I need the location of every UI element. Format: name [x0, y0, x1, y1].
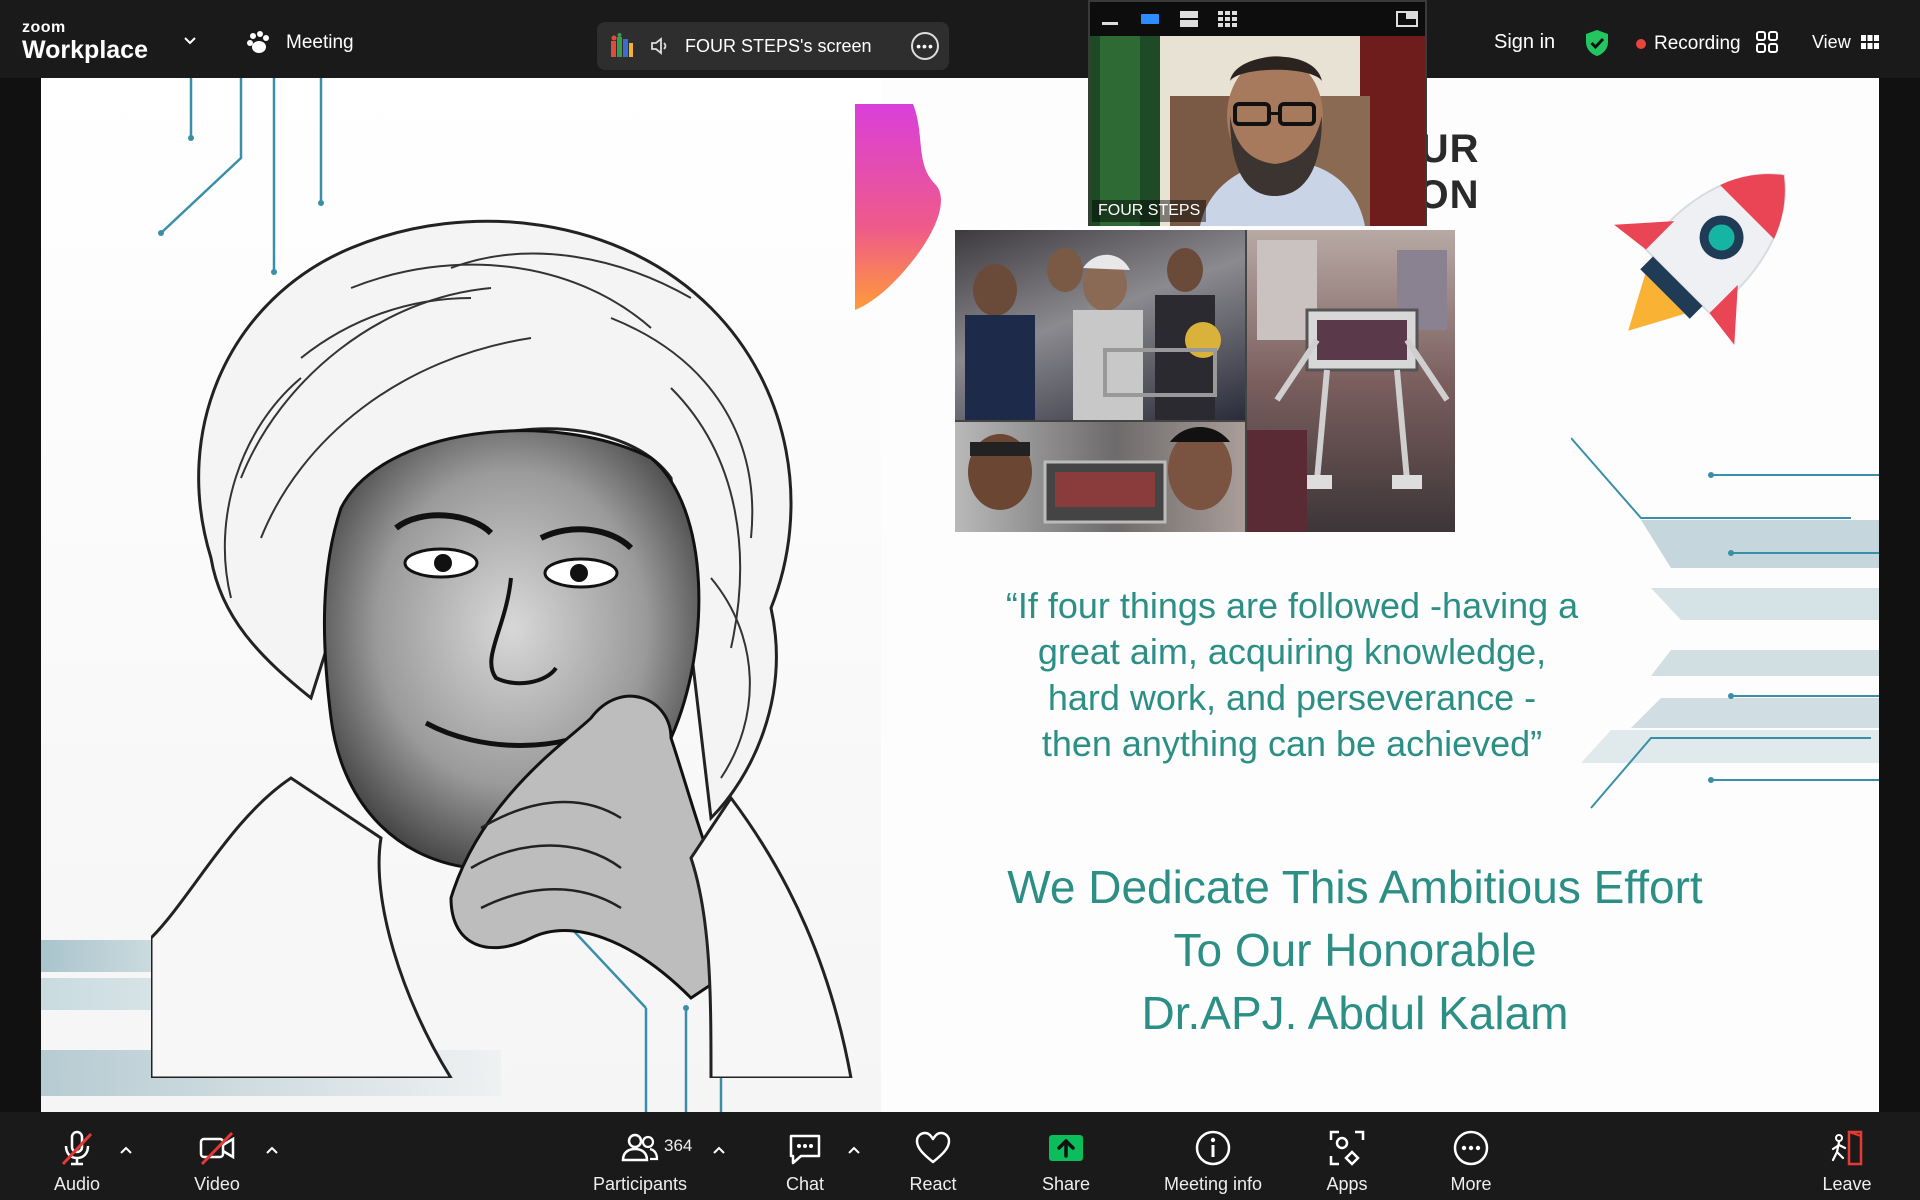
share-screen-button[interactable]: Share — [1040, 1112, 1092, 1200]
photo-collage — [955, 230, 1455, 532]
screen-share-indicator[interactable]: FOUR STEPS's screen ••• — [597, 22, 949, 70]
photo-kalam-with-students — [955, 230, 1245, 420]
recording-indicator[interactable]: Recording — [1636, 33, 1741, 55]
powerpoint-app-icon — [611, 33, 633, 57]
chat-options-caret-icon[interactable] — [847, 1144, 861, 1156]
recording-label: Recording — [1654, 33, 1741, 54]
share-label: FOUR STEPS's screen — [685, 35, 872, 56]
rocket-icon — [1614, 173, 1786, 345]
chat-icon — [785, 1128, 825, 1168]
circuit-stripes-decoration — [1571, 437, 1879, 809]
audio-button[interactable]: Audio — [44, 1112, 110, 1200]
grid-view-icon[interactable] — [1217, 10, 1239, 28]
video-label: Video — [194, 1174, 240, 1194]
video-off-icon — [197, 1128, 237, 1168]
more-button[interactable]: More — [1448, 1112, 1494, 1200]
heart-icon — [913, 1128, 953, 1168]
zoom-workplace-logo: zoom Workplace — [22, 20, 148, 63]
paw-icon — [247, 31, 269, 53]
participant-name-label: FOUR STEPS — [1092, 200, 1207, 222]
magenta-blob-decoration — [855, 104, 941, 310]
meeting-toolbar: Audio Video Participants 364 Chat React … — [0, 1112, 1920, 1200]
apps-button[interactable]: Apps — [1322, 1112, 1372, 1200]
audio-options-caret-icon[interactable] — [119, 1144, 133, 1156]
brand-small: zoom — [22, 19, 66, 36]
speaker-video-feed: FOUR STEPS — [1090, 36, 1425, 226]
kalam-portrait-sketch — [151, 219, 853, 1078]
dedication-line: To Our Honorable — [1173, 924, 1537, 976]
leave-meeting-button[interactable]: Leave — [1822, 1112, 1872, 1200]
more-label: More — [1450, 1174, 1492, 1194]
view-button[interactable]: View — [1812, 32, 1879, 53]
recording-dot-icon — [1636, 39, 1646, 49]
view-grid-icon — [1860, 34, 1879, 49]
participants-label: Participants — [592, 1174, 688, 1194]
participants-button[interactable]: Participants — [588, 1112, 692, 1200]
sign-in-link[interactable]: Sign in — [1494, 31, 1555, 54]
participant-count-badge: 364 — [664, 1136, 693, 1155]
apps-icon — [1327, 1128, 1367, 1168]
meeting-info-label: Meeting info — [1163, 1174, 1263, 1194]
brand-big: Workplace — [22, 36, 148, 64]
react-button[interactable]: React — [908, 1112, 958, 1200]
react-label: React — [909, 1174, 957, 1194]
audio-label: Audio — [53, 1174, 101, 1194]
more-icon — [1451, 1128, 1491, 1168]
dedication-line: Dr.APJ. Abdul Kalam — [1141, 987, 1569, 1039]
photo-students-with-project — [955, 422, 1245, 532]
speaker-video-thumbnail[interactable]: FOUR STEPS — [1088, 0, 1427, 226]
shared-screen-slide: OUR ATION — [41, 78, 1879, 1112]
video-button[interactable]: Video — [184, 1112, 250, 1200]
info-icon — [1193, 1128, 1233, 1168]
participants-icon — [620, 1128, 660, 1168]
participants-options-caret-icon[interactable] — [712, 1144, 726, 1156]
chat-label: Chat — [785, 1174, 825, 1194]
apps-label: Apps — [1326, 1174, 1368, 1194]
single-speaker-view-icon[interactable] — [1139, 10, 1161, 28]
leave-door-icon — [1827, 1128, 1867, 1168]
meeting-label: Meeting — [286, 32, 354, 53]
pop-out-video-icon[interactable] — [1396, 10, 1418, 28]
gallery-grid-icon[interactable] — [1756, 31, 1778, 53]
stacked-view-icon[interactable] — [1178, 10, 1200, 28]
share-screen-icon — [1046, 1128, 1086, 1168]
dedication-line: We Dedicate This Ambitious Effort — [1007, 861, 1703, 913]
meeting-menu-button[interactable]: Meeting — [246, 28, 354, 58]
leave-label: Leave — [1822, 1174, 1872, 1194]
minimize-video-icon[interactable] — [1100, 10, 1122, 28]
view-label: View — [1812, 32, 1851, 52]
more-options-icon[interactable]: ••• — [911, 32, 939, 60]
share-label: Share — [1041, 1174, 1091, 1194]
security-shield-icon[interactable] — [1584, 29, 1610, 57]
video-thumbnail-controls — [1090, 2, 1425, 36]
meeting-info-button[interactable]: Meeting info — [1157, 1112, 1269, 1200]
photo-robot — [1247, 230, 1455, 532]
video-options-caret-icon[interactable] — [265, 1144, 279, 1156]
speaker-icon[interactable] — [649, 35, 671, 57]
top-bar: zoom Workplace Meeting FOUR STEPS's scre… — [0, 0, 1920, 78]
muted-microphone-icon — [57, 1128, 97, 1168]
chat-button[interactable]: Chat — [784, 1112, 826, 1200]
chevron-down-icon[interactable] — [183, 34, 197, 48]
slide-dedication: We Dedicate This Ambitious Effort To Our… — [881, 856, 1829, 1045]
